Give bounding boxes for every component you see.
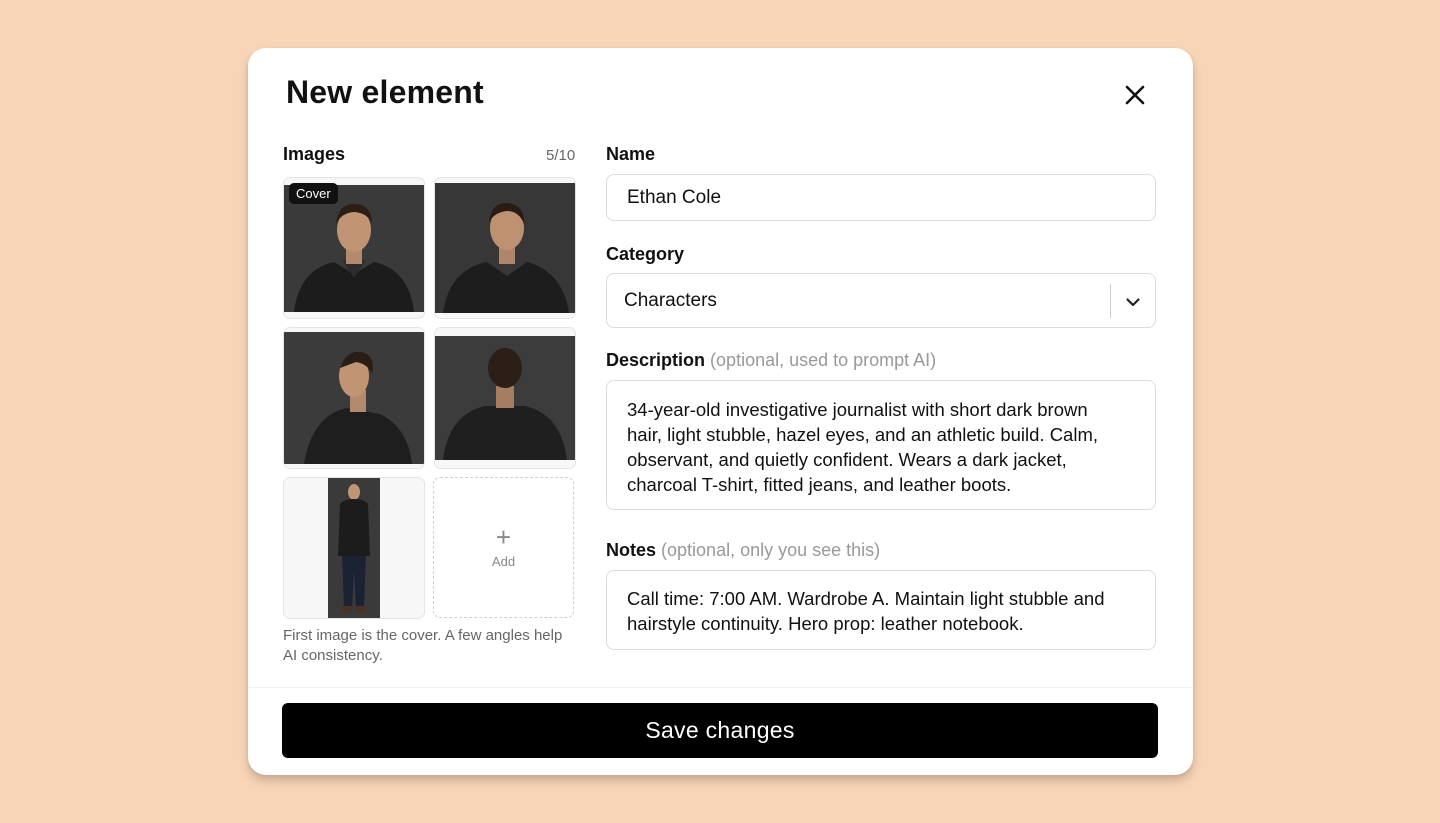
notes-textarea[interactable]: Call time: 7:00 AM. Wardrobe A. Maintain…	[606, 570, 1156, 650]
notes-text: Call time: 7:00 AM. Wardrobe A. Maintain…	[627, 588, 1105, 634]
image-thumbnail-4[interactable]	[434, 327, 576, 469]
category-selected-value: Characters	[624, 290, 717, 311]
portrait-profile-image	[284, 328, 424, 468]
add-image-button[interactable]: + Add	[433, 477, 574, 618]
full-body-image	[284, 478, 424, 618]
select-divider	[1110, 284, 1111, 318]
images-label: Images	[283, 144, 346, 164]
save-changes-button[interactable]: Save changes	[282, 703, 1158, 758]
image-thumbnail-2[interactable]	[434, 177, 576, 319]
chevron-down-icon	[1126, 298, 1140, 307]
cover-badge: Cover	[289, 183, 338, 204]
description-textarea[interactable]: 34-year-old investigative journalist wit…	[606, 380, 1156, 510]
plus-icon: +	[495, 522, 512, 552]
images-count: 5/10	[546, 147, 576, 164]
new-element-dialog: New element Images 5/10 Cover + Add Firs…	[248, 48, 1193, 775]
name-label: Name	[606, 144, 656, 164]
image-thumbnail-3[interactable]	[283, 327, 425, 469]
close-button[interactable]	[1118, 78, 1152, 112]
category-label: Category	[606, 244, 685, 264]
name-field-wrapper	[606, 174, 1156, 221]
image-thumbnail-5[interactable]	[283, 477, 425, 619]
notes-label-text: Notes	[606, 540, 657, 560]
dialog-title: New element	[286, 74, 484, 110]
category-select[interactable]: Characters	[606, 273, 1156, 328]
image-thumbnail-1[interactable]: Cover	[283, 177, 425, 319]
images-caption: First image is the cover. A few angles h…	[283, 627, 563, 664]
add-image-label: Add	[491, 554, 516, 569]
back-view-image	[435, 328, 575, 468]
notes-hint: (optional, only you see this)	[661, 540, 881, 560]
name-input[interactable]	[607, 175, 1155, 220]
footer-divider	[248, 687, 1193, 688]
description-hint: (optional, used to prompt AI)	[710, 350, 937, 370]
notes-label: Notes (optional, only you see this)	[606, 540, 880, 561]
description-label: Description (optional, used to prompt AI…	[606, 350, 936, 371]
close-icon	[1125, 85, 1145, 105]
description-text: 34-year-old investigative journalist wit…	[627, 399, 1099, 495]
portrait-three-quarter-image	[435, 178, 575, 318]
description-label-text: Description	[606, 350, 706, 370]
